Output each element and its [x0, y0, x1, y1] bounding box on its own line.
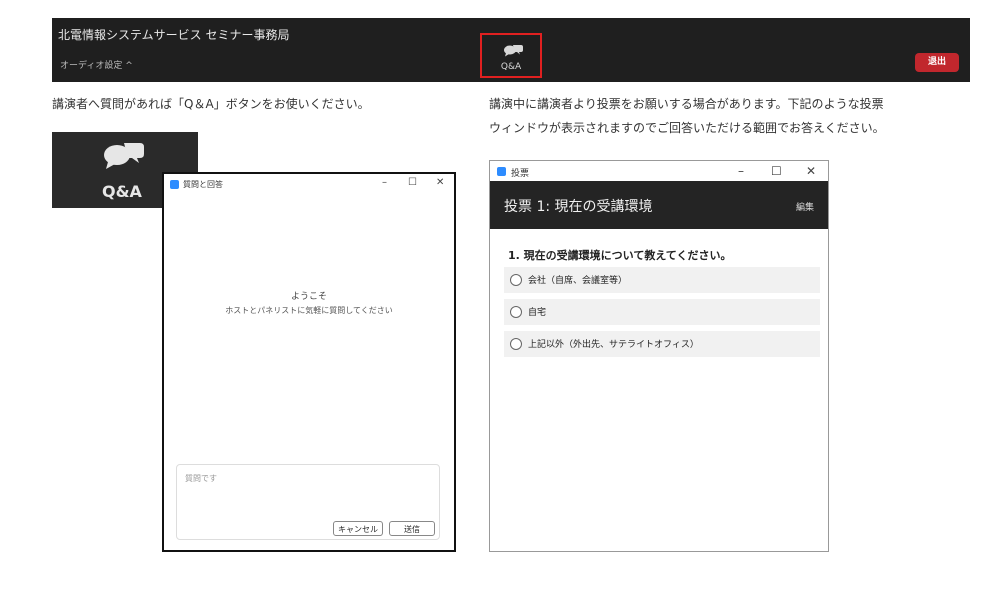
question-input-placeholder: 質問です	[185, 474, 217, 483]
app-icon	[170, 180, 179, 189]
qa-dialog-title: 質問と回答	[183, 180, 223, 189]
maximize-icon[interactable]: ☐	[408, 177, 417, 188]
close-icon[interactable]: ✕	[436, 177, 444, 188]
poll-window-title: 投票	[511, 169, 530, 179]
meeting-title: 北電情報システムサービス セミナー事務局	[58, 28, 290, 42]
qa-dialog: 質問と回答 – ☐ ✕ ようこそ ホストとパネリストに気軽に質問してください 質…	[162, 172, 456, 552]
qa-dialog-titlebar: 質問と回答 – ☐ ✕	[164, 174, 454, 194]
poll-option-label: 会社（自席、会議室等）	[528, 276, 628, 286]
edit-button[interactable]: 編集	[796, 200, 814, 213]
radio-button[interactable]	[510, 338, 522, 350]
poll-option-label: 自宅	[528, 308, 547, 318]
app-icon	[497, 167, 506, 176]
poll-instruction-caption-line1: 講演中に講演者より投票をお願いする場合があります。下記のような投票	[489, 97, 884, 111]
minimize-icon[interactable]: –	[382, 177, 387, 188]
poll-option[interactable]: 上記以外（外出先、サテライトオフィス）	[504, 331, 820, 357]
radio-button[interactable]	[510, 274, 522, 286]
meeting-toolbar: 北電情報システムサービス セミナー事務局 オーディオ設定 ^ Q&A 退出	[52, 18, 970, 82]
radio-button[interactable]	[510, 306, 522, 318]
leave-button[interactable]: 退出	[915, 53, 959, 72]
chat-bubbles-icon	[504, 45, 523, 57]
poll-instruction-caption-line2: ウィンドウが表示されますのでご回答いただける範囲でお答えください。	[489, 121, 885, 135]
poll-option[interactable]: 会社（自席、会議室等）	[504, 267, 820, 293]
poll-header: 投票 1: 現在の受講環境 編集	[490, 181, 828, 229]
audio-settings-button[interactable]: オーディオ設定 ^	[60, 58, 133, 71]
poll-option[interactable]: 自宅	[504, 299, 820, 325]
maximize-icon[interactable]: ☐	[771, 164, 782, 178]
minimize-icon[interactable]: –	[738, 164, 744, 178]
qa-button-label: Q&A	[102, 182, 142, 201]
qa-toolbar-label: Q&A	[500, 62, 522, 72]
poll-dialog: 投票 – ☐ ✕ 投票 1: 現在の受講環境 編集 1. 現在の受講環境について…	[489, 160, 829, 552]
close-icon[interactable]: ✕	[806, 164, 816, 178]
poll-dialog-titlebar: 投票 – ☐ ✕	[490, 161, 828, 181]
qa-instruction-caption: 講演者へ質問があれば「Q＆A」ボタンをお使いください。	[52, 97, 370, 111]
welcome-hint: ホストとパネリストに気軽に質問してください	[225, 306, 393, 315]
send-button[interactable]: 送信	[389, 521, 435, 536]
poll-option-label: 上記以外（外出先、サテライトオフィス）	[528, 340, 699, 350]
question-input[interactable]: 質問です キャンセル 送信	[176, 464, 440, 540]
welcome-heading: ようこそ	[290, 292, 327, 302]
chat-bubbles-icon	[104, 143, 144, 169]
qa-toolbar-button[interactable]: Q&A	[480, 33, 542, 78]
poll-question: 1. 現在の受講環境について教えてください。	[508, 249, 732, 262]
poll-title: 投票 1: 現在の受講環境	[504, 199, 653, 215]
cancel-button[interactable]: キャンセル	[333, 521, 383, 536]
